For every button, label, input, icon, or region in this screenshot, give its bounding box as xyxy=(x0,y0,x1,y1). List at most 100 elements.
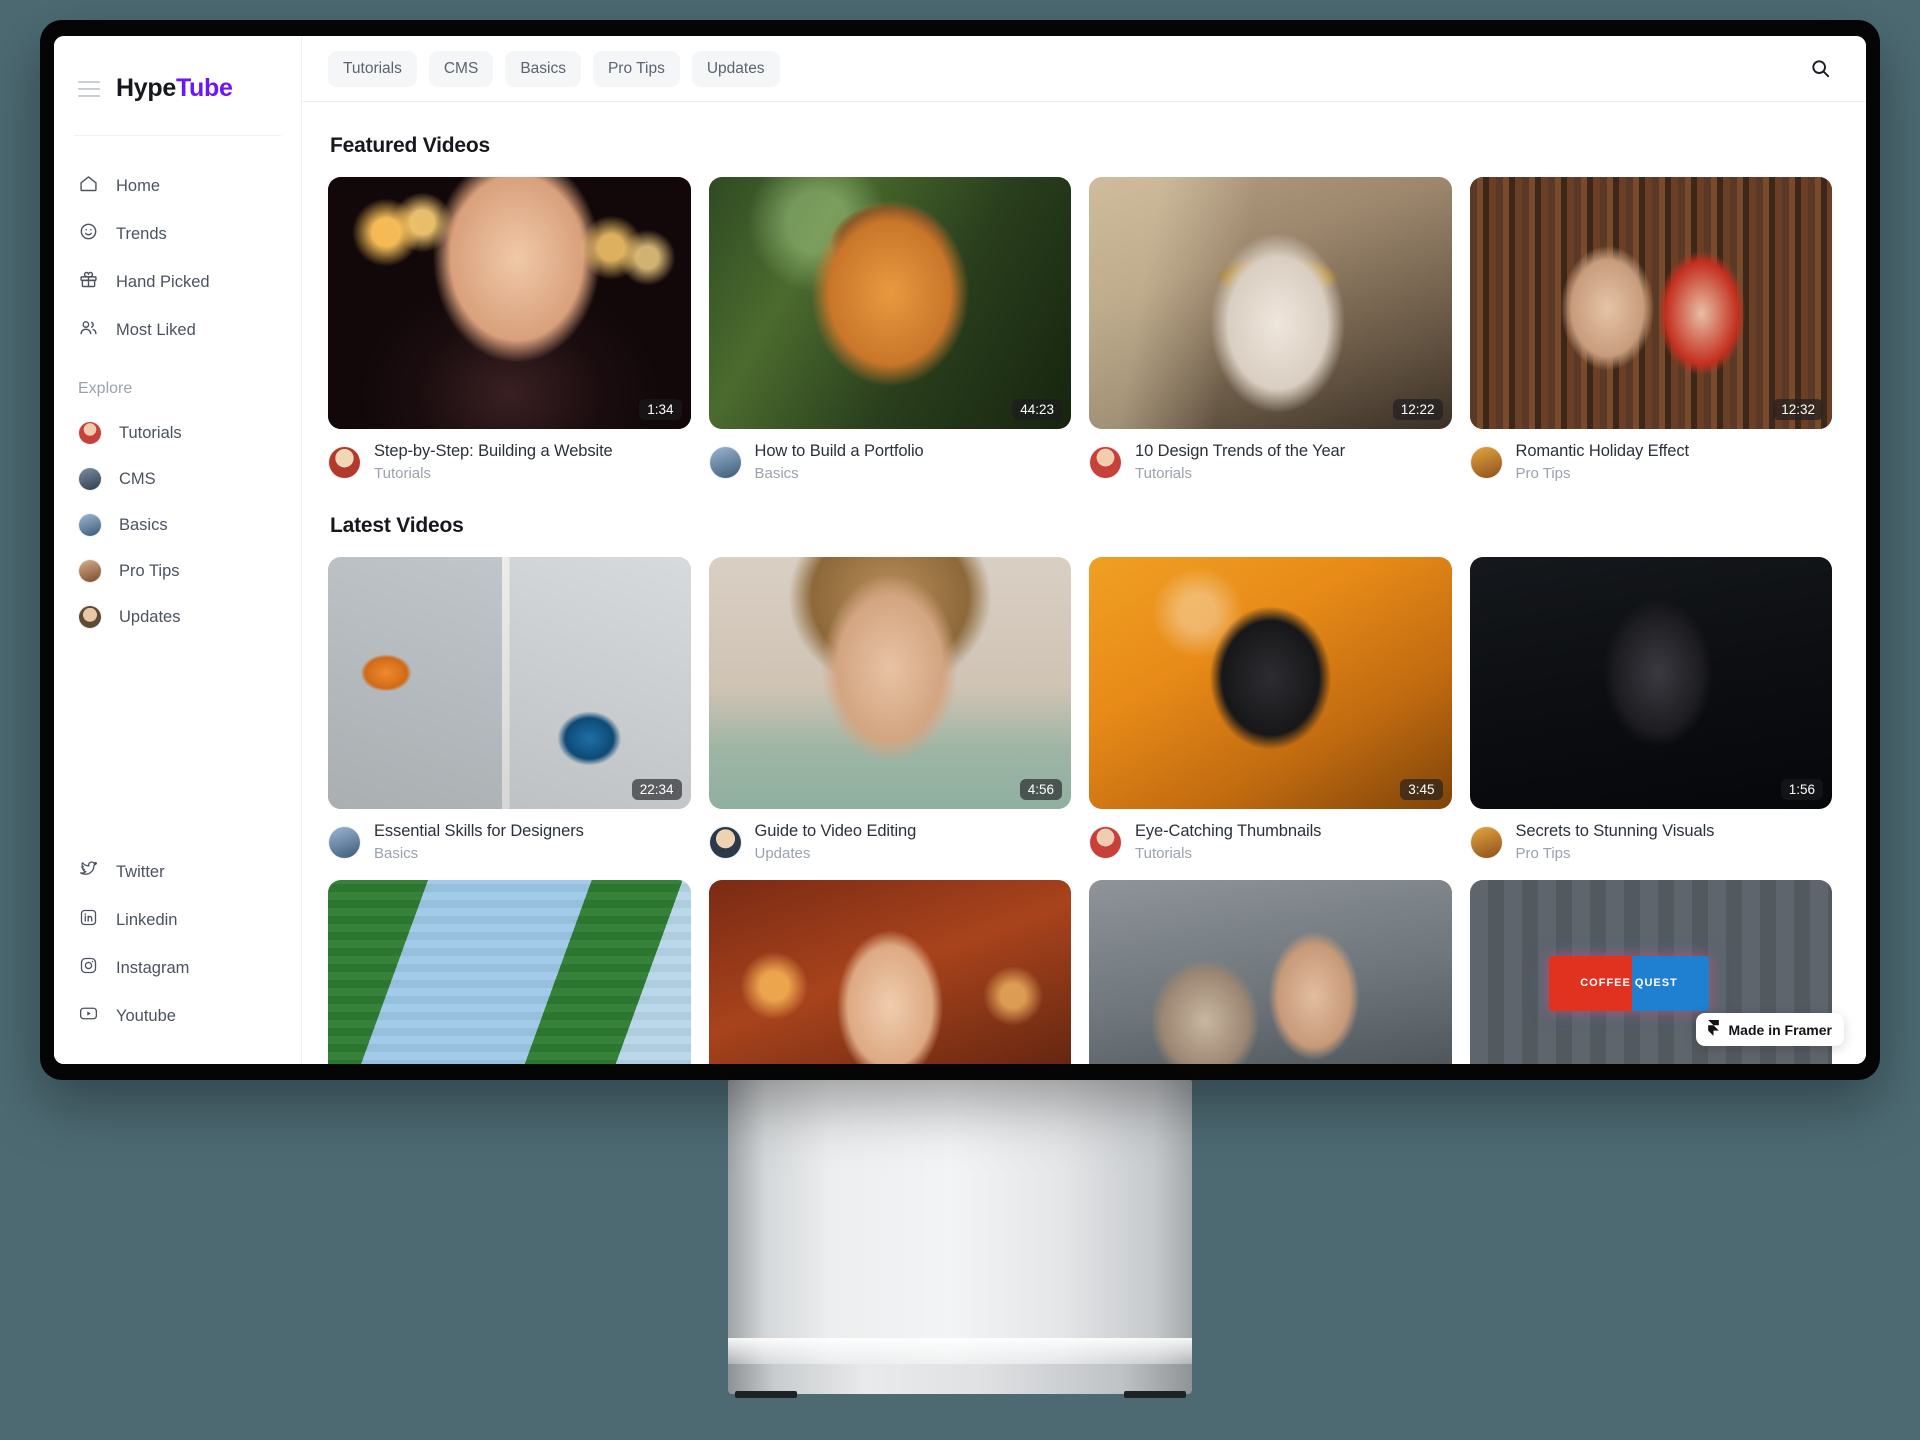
video-duration: 12:22 xyxy=(1392,399,1443,420)
gift-icon xyxy=(78,269,99,295)
video-card[interactable] xyxy=(328,880,691,1064)
video-meta: Step-by-Step: Building a Website Tutoria… xyxy=(328,442,691,482)
sidebar-item-basics[interactable]: Basics xyxy=(54,502,301,548)
video-duration: 1:34 xyxy=(639,399,682,420)
primary-nav: Home Trends Hand Picked Most Liked xyxy=(54,136,301,354)
video-title: Eye-Catching Thumbnails xyxy=(1135,822,1322,840)
thumbnail-art xyxy=(1089,177,1452,429)
video-meta: Romantic Holiday Effect Pro Tips xyxy=(1469,442,1833,482)
social-link-youtube[interactable]: Youtube xyxy=(54,992,301,1040)
sidebar-item-most-liked[interactable]: Most Liked xyxy=(54,306,301,354)
video-title: Romantic Holiday Effect xyxy=(1515,442,1689,460)
video-card[interactable]: 44:23 How to Build a Portfolio Basics xyxy=(708,177,1071,482)
thumbnail-art xyxy=(328,177,691,429)
video-title: Essential Skills for Designers xyxy=(374,822,584,840)
video-duration: 44:23 xyxy=(1012,399,1062,420)
video-card[interactable]: 12:22 10 Design Trends of the Year Tutor… xyxy=(1089,177,1452,482)
brand-logo[interactable]: HypeTube xyxy=(116,74,233,103)
made-in-framer-label: Made in Framer xyxy=(1728,1021,1832,1038)
sidebar-item-updates[interactable]: Updates xyxy=(54,594,301,640)
video-thumbnail[interactable] xyxy=(1089,880,1452,1064)
video-thumbnail[interactable] xyxy=(708,880,1071,1064)
video-category: Basics xyxy=(374,845,419,862)
video-feed: Featured Videos 1:34 Step-by-Step: Build… xyxy=(302,102,1866,1064)
video-card[interactable] xyxy=(1089,880,1452,1064)
avatar xyxy=(708,825,742,859)
people-icon xyxy=(78,317,99,343)
sidebar-item-home[interactable]: Home xyxy=(54,162,301,210)
sidebar-item-cms[interactable]: CMS xyxy=(54,456,301,502)
instagram-icon xyxy=(78,955,99,981)
video-duration: 3:45 xyxy=(1400,779,1443,800)
social-links: Twitter Linkedin Instagram Youtube xyxy=(54,848,301,1064)
search-icon[interactable] xyxy=(1809,57,1832,80)
video-card[interactable]: 1:34 Step-by-Step: Building a Website Tu… xyxy=(328,177,691,482)
sidebar-item-pro-tips[interactable]: Pro Tips xyxy=(54,548,301,594)
linkedin-icon xyxy=(78,907,99,933)
video-title: 10 Design Trends of the Year xyxy=(1135,442,1346,460)
framer-logo-icon xyxy=(1706,1020,1721,1039)
next-row-grid: COFFEE QUEST xyxy=(328,880,1832,1064)
explore-nav: Tutorials CMS Basics Pro Tips Updates xyxy=(54,404,301,640)
hamburger-menu-icon[interactable] xyxy=(78,80,100,97)
sidebar-item-label: Hand Picked xyxy=(116,272,210,291)
tab-tutorials[interactable]: Tutorials xyxy=(328,50,417,87)
video-meta: Guide to Video Editing Updates xyxy=(708,822,1072,862)
video-category: Updates xyxy=(754,845,811,862)
social-link-label: Twitter xyxy=(116,862,165,881)
monitor-foot-pad-left xyxy=(735,1391,797,1398)
video-thumbnail[interactable]: 1:34 xyxy=(328,177,691,429)
sidebar-item-label: Trends xyxy=(116,224,167,243)
sidebar-item-label: CMS xyxy=(119,469,156,488)
sidebar-item-hand-picked[interactable]: Hand Picked xyxy=(54,258,301,306)
video-duration: 1:56 xyxy=(1780,779,1823,800)
avatar xyxy=(1469,825,1503,859)
video-card[interactable]: 1:56 Secrets to Stunning Visuals Pro Tip… xyxy=(1469,557,1833,862)
youtube-icon xyxy=(78,1003,99,1029)
video-thumbnail[interactable]: 44:23 xyxy=(708,177,1071,429)
avatar xyxy=(1089,825,1122,859)
tab-cms[interactable]: CMS xyxy=(428,50,494,87)
sidebar-item-label: Basics xyxy=(119,515,168,534)
made-in-framer-badge[interactable]: Made in Framer xyxy=(1695,1013,1844,1046)
tab-pro-tips[interactable]: Pro Tips xyxy=(592,50,680,87)
social-link-twitter[interactable]: Twitter xyxy=(54,848,301,896)
thumbnail-art xyxy=(708,557,1071,809)
social-link-instagram[interactable]: Instagram xyxy=(54,944,301,992)
tab-updates[interactable]: Updates xyxy=(691,50,780,87)
sidebar-item-label: Updates xyxy=(119,607,181,626)
thumbnail-art xyxy=(1089,557,1452,809)
topbar: Tutorials CMS Basics Pro Tips Updates xyxy=(302,36,1866,102)
video-card[interactable]: 12:32 Romantic Holiday Effect Pro Tips xyxy=(1469,177,1833,482)
avatar xyxy=(78,421,102,445)
video-title: Secrets to Stunning Visuals xyxy=(1515,822,1715,840)
video-meta: Secrets to Stunning Visuals Pro Tips xyxy=(1469,822,1833,862)
sidebar-item-trends[interactable]: Trends xyxy=(54,210,301,258)
video-duration: 4:56 xyxy=(1019,779,1062,800)
video-thumbnail[interactable]: 3:45 xyxy=(1089,557,1452,809)
video-thumbnail[interactable]: 4:56 xyxy=(708,557,1071,809)
video-card[interactable]: 3:45 Eye-Catching Thumbnails Tutorials xyxy=(1089,557,1452,862)
video-thumbnail[interactable]: 1:56 xyxy=(1469,557,1832,809)
video-duration: 12:32 xyxy=(1773,399,1823,420)
social-link-label: Instagram xyxy=(116,958,190,977)
sidebar-item-tutorials[interactable]: Tutorials xyxy=(54,410,301,456)
video-thumbnail[interactable]: 22:34 xyxy=(328,557,691,809)
section-title-featured: Featured Videos xyxy=(330,134,490,157)
social-link-linkedin[interactable]: Linkedin xyxy=(54,896,301,944)
video-card[interactable] xyxy=(708,880,1071,1064)
sidebar: HypeTube Home Trends Hand Picked Most Li… xyxy=(54,36,302,1064)
video-card[interactable]: 22:34 Essential Skills for Designers Bas… xyxy=(328,557,691,862)
tab-basics[interactable]: Basics xyxy=(505,50,581,87)
avatar xyxy=(328,445,361,479)
monitor-bezel: HypeTube Home Trends Hand Picked Most Li… xyxy=(40,20,1880,1080)
featured-videos-grid: 1:34 Step-by-Step: Building a Website Tu… xyxy=(328,177,1832,482)
video-card[interactable]: 4:56 Guide to Video Editing Updates xyxy=(708,557,1072,862)
video-thumbnail[interactable]: 12:32 xyxy=(1469,177,1832,429)
thumbnail-art xyxy=(1469,177,1832,429)
video-thumbnail[interactable]: 12:22 xyxy=(1089,177,1452,429)
video-thumbnail[interactable] xyxy=(328,880,691,1064)
thumbnail-art xyxy=(1469,557,1832,809)
social-link-label: Youtube xyxy=(116,1006,176,1025)
monitor-scene: HypeTube Home Trends Hand Picked Most Li… xyxy=(0,0,1920,1440)
